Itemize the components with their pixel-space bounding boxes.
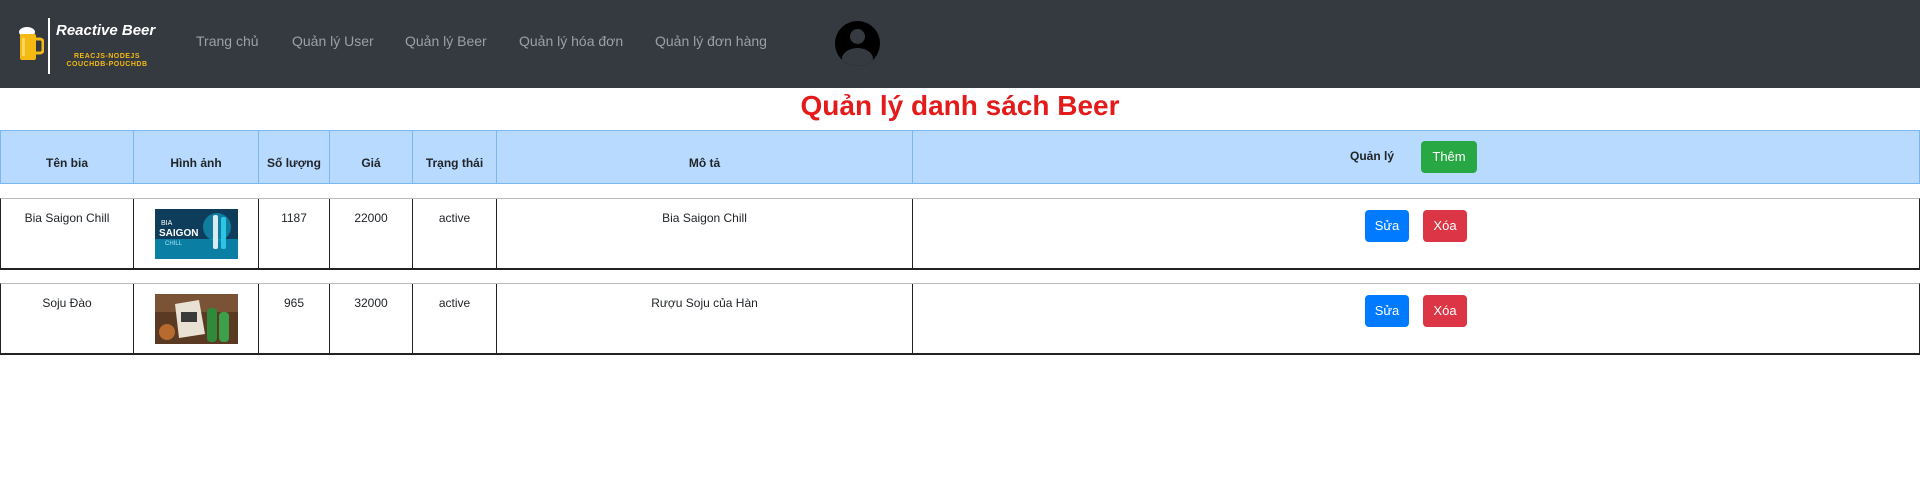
bia-saigon-chill-image: BIA SAIGON CHILL [155,209,238,259]
nav-item-invoices[interactable]: Quản lý hóa đơn [519,33,623,49]
edit-button[interactable]: Sửa [1365,295,1409,327]
delete-button[interactable]: Xóa [1423,295,1467,327]
logo-subtitle-line-1: REACJS-NODEJS [73,53,140,60]
page-title: Quản lý danh sách Beer [800,90,1120,121]
logo-divider [48,18,50,74]
cell-quantity: 965 [259,284,330,353]
avatar-body [842,48,873,66]
edit-button[interactable]: Sửa [1365,210,1409,242]
nav-item-users[interactable]: Quản lý User [292,33,374,49]
header-status: Trạng thái [413,131,497,183]
nav-item-home[interactable]: Trang chủ [196,33,259,49]
soju-dao-image [155,294,238,344]
user-avatar-icon[interactable] [835,21,880,66]
cell-description: Rượu Soju của Hàn [497,284,913,353]
app-logo[interactable]: Reactive Beer REACJS-NODEJS COUCHDB-POUC… [18,18,168,74]
cell-image [134,284,259,353]
logo-subtitle: REACJS-NODEJS COUCHDB-POUCHDB [62,53,152,69]
navbar: Reactive Beer REACJS-NODEJS COUCHDB-POUC… [0,0,1920,88]
delete-button[interactable]: Xóa [1423,210,1467,242]
cell-quantity: 1187 [259,199,330,268]
cell-image: BIA SAIGON CHILL [134,199,259,268]
cell-status: active [413,199,497,268]
svg-text:CHILL: CHILL [165,241,183,247]
cell-name: Bia Saigon Chill [1,199,134,268]
header-quantity: Số lượng [259,131,330,183]
svg-text:SAIGON: SAIGON [159,228,198,239]
svg-text:BIA: BIA [161,220,173,227]
avatar-head [850,29,865,44]
beer-mug-icon [19,27,44,60]
logo-subtitle-line-2: COUCHDB-POUCHDB [66,61,148,68]
nav-item-orders[interactable]: Quản lý đơn hàng [655,33,767,49]
header-manage: Quản lý [1350,149,1395,163]
cell-name: Soju Đào [1,284,134,353]
add-beer-button[interactable]: Thêm [1421,141,1477,173]
header-price: Giá [330,131,413,183]
header-description: Mô tả [497,131,913,183]
cell-status: active [413,284,497,353]
cell-price: 22000 [330,199,413,268]
table-header: Tên bia Hình ảnh Số lượng Giá Trạng thái… [0,130,1920,184]
cell-description: Bia Saigon Chill [497,199,913,268]
nav-item-beer[interactable]: Quản lý Beer [405,33,487,49]
logo-title: Reactive Beer [56,22,156,39]
header-image: Hình ảnh [134,131,259,183]
table-row: Soju Đào 965 32000 active Rượu Soju của … [0,283,1920,355]
table-row: Bia Saigon Chill BIA SAIGON CHILL 1187 2… [0,198,1920,270]
cell-price: 32000 [330,284,413,353]
header-name: Tên bia [1,131,134,183]
